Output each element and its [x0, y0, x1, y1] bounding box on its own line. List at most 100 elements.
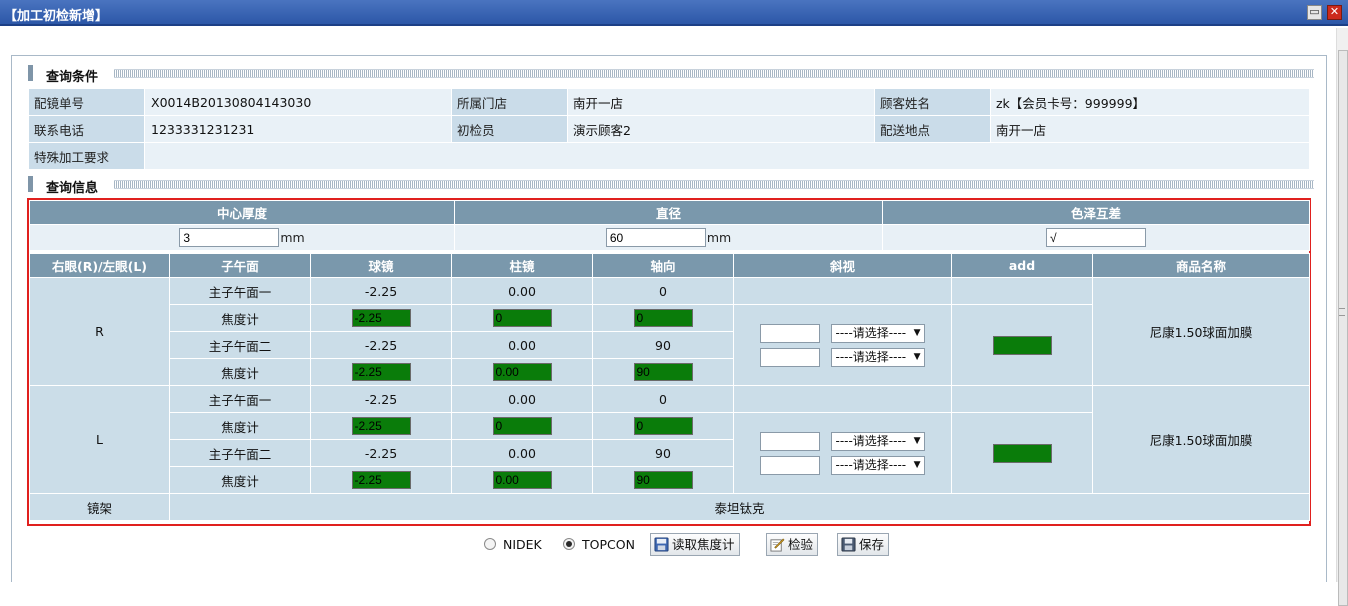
section-stripe — [114, 69, 1314, 78]
query-row: 联系电话 1233331231231 初检员 演示顾客2 配送地点 南开一店 — [28, 115, 1310, 143]
store-value: 南开一店 — [567, 88, 875, 116]
lensmeter-cylinder-input[interactable]: 0.00 — [492, 363, 552, 381]
add-empty-cell — [951, 277, 1093, 305]
lensmeter-axis-input[interactable]: 0 — [633, 417, 693, 435]
axis-value: 0 — [592, 277, 734, 305]
header-eye: 右眼(R)/左眼(L) — [29, 253, 170, 278]
table-row: R 主子午面一 -2.25 0.00 0 尼康1.50球面加膜 — [29, 277, 1310, 386]
center-thickness-unit: mm — [280, 230, 305, 245]
diameter-unit: mm — [706, 230, 732, 245]
diameter-cell: 60 mm — [454, 224, 883, 251]
prism-direction-select[interactable]: ----请选择---- ▼ — [831, 348, 926, 367]
lensmeter-axis-input[interactable]: 90 — [633, 471, 693, 489]
header-axis: 轴向 — [592, 253, 734, 278]
special-requirement-value — [144, 142, 1310, 170]
sphere-value: -2.25 — [310, 439, 452, 467]
scrollbar-thumb[interactable] — [1338, 50, 1348, 606]
lensmeter-axis-cell: 0 — [592, 412, 734, 440]
color-diff-input[interactable]: √ — [1046, 228, 1146, 247]
minimize-icon[interactable]: ▭ — [1307, 5, 1322, 20]
prism-value-input[interactable] — [759, 456, 820, 475]
check-button[interactable]: 检验 — [766, 533, 819, 556]
prism-value-input[interactable] — [759, 324, 820, 343]
lens-detail-table: 右眼(R)/左眼(L) 子午面 球镜 柱镜 轴向 斜视 add 商品名称 R 主… — [29, 253, 1310, 521]
lensmeter-axis-input[interactable]: 90 — [633, 363, 693, 381]
close-icon[interactable]: ✕ — [1327, 5, 1342, 20]
prism-direction-select[interactable]: ----请选择---- ▼ — [831, 324, 926, 343]
lensmeter-sphere-cell: -2.25 — [310, 412, 452, 440]
product-name-l: 尼康1.50球面加膜 — [1092, 385, 1310, 494]
cylinder-value: 0.00 — [451, 277, 593, 305]
eye-label-r: R — [29, 277, 170, 386]
sphere-value: -2.25 — [310, 385, 452, 413]
query-row: 特殊加工要求 — [28, 142, 1310, 170]
lensmeter-cylinder-cell: 0.00 — [451, 466, 593, 494]
nidek-radio-label[interactable]: NIDEK — [503, 537, 542, 552]
section-marker — [28, 176, 33, 192]
prism-value-input[interactable] — [759, 432, 820, 451]
header-add: add — [951, 253, 1093, 278]
color-diff-cell: √ — [882, 224, 1310, 251]
meridian-label: 主子午面二 — [169, 331, 311, 359]
phone-label: 联系电话 — [28, 115, 145, 143]
lensmeter-cylinder-cell: 0 — [451, 304, 593, 332]
query-conditions-table: 配镜单号 X0014B20130804143030 所属门店 南开一店 顾客姓名… — [28, 88, 1310, 170]
dropdown-arrow-icon: ▼ — [913, 436, 921, 446]
order-no-value: X0014B20130804143030 — [144, 88, 452, 116]
lensmeter-axis-input[interactable]: 0 — [633, 309, 693, 327]
add-input[interactable] — [992, 443, 1052, 463]
lensmeter-sphere-input[interactable]: -2.25 — [351, 471, 411, 489]
header-center-thickness: 中心厚度 — [29, 200, 455, 225]
save-button[interactable]: 保存 — [837, 533, 890, 556]
prism-direction-select[interactable]: ----请选择---- ▼ — [831, 432, 926, 451]
section-stripe — [114, 180, 1314, 189]
meridian-label: 主子午面二 — [169, 439, 311, 467]
header-prism: 斜视 — [733, 253, 952, 278]
center-thickness-cell: 3 mm — [29, 224, 455, 251]
prism-direction-select[interactable]: ----请选择---- ▼ — [831, 456, 926, 475]
lensmeter-cylinder-input[interactable]: 0 — [492, 417, 552, 435]
add-empty-cell — [951, 385, 1093, 413]
topcon-radio-label[interactable]: TOPCON — [582, 537, 635, 552]
query-section-title: 查询条件 — [46, 70, 99, 85]
header-meridian: 子午面 — [169, 253, 311, 278]
frame-label: 镜架 — [29, 493, 170, 521]
axis-value: 0 — [592, 385, 734, 413]
diameter-input[interactable]: 60 — [605, 228, 706, 247]
delivery-value: 南开一店 — [990, 115, 1310, 143]
header-color-diff: 色泽互差 — [882, 200, 1310, 225]
delivery-label: 配送地点 — [874, 115, 991, 143]
prism-row: ----请选择---- ▼ — [735, 346, 951, 368]
meridian-label: 主子午面一 — [169, 277, 311, 305]
special-requirement-label: 特殊加工要求 — [28, 142, 145, 170]
lensmeter-cylinder-input[interactable]: 0.00 — [492, 471, 552, 489]
lensmeter-cylinder-input[interactable]: 0 — [492, 309, 552, 327]
prism-value-input[interactable] — [759, 348, 820, 367]
section-marker — [28, 65, 33, 81]
lensmeter-sphere-input[interactable]: -2.25 — [351, 417, 411, 435]
lensmeter-sphere-input[interactable]: -2.25 — [351, 309, 411, 327]
meridian-label: 焦度计 — [169, 358, 311, 386]
add-input[interactable] — [992, 335, 1052, 355]
prism-empty-cell — [733, 385, 952, 413]
read-lensmeter-button[interactable]: 读取焦度计 — [650, 533, 740, 556]
cylinder-value: 0.00 — [451, 385, 593, 413]
prism-cell-l: ----请选择---- ▼ ----请选择---- ▼ — [733, 412, 952, 494]
check-button-label: 检验 — [788, 537, 814, 552]
meridian-label: 焦度计 — [169, 412, 311, 440]
info-section-title: 查询信息 — [46, 181, 99, 196]
sphere-value: -2.25 — [310, 331, 452, 359]
inspector-value: 演示顾客2 — [567, 115, 875, 143]
customer-name-value: zk【会员卡号：999999】 — [990, 88, 1310, 116]
read-data-icon — [654, 537, 669, 552]
save-button-label: 保存 — [859, 537, 885, 552]
floppy-disk-icon — [841, 537, 856, 552]
vertical-scrollbar[interactable] — [1336, 28, 1348, 606]
lensmeter-axis-cell: 90 — [592, 358, 734, 386]
measurement-table: 中心厚度 直径 色泽互差 3 mm 60 mm √ — [29, 200, 1310, 251]
eye-label-l: L — [29, 385, 170, 494]
topcon-radio[interactable] — [563, 538, 575, 550]
lensmeter-sphere-input[interactable]: -2.25 — [351, 363, 411, 381]
center-thickness-input[interactable]: 3 — [179, 228, 280, 247]
nidek-radio[interactable] — [484, 538, 496, 550]
